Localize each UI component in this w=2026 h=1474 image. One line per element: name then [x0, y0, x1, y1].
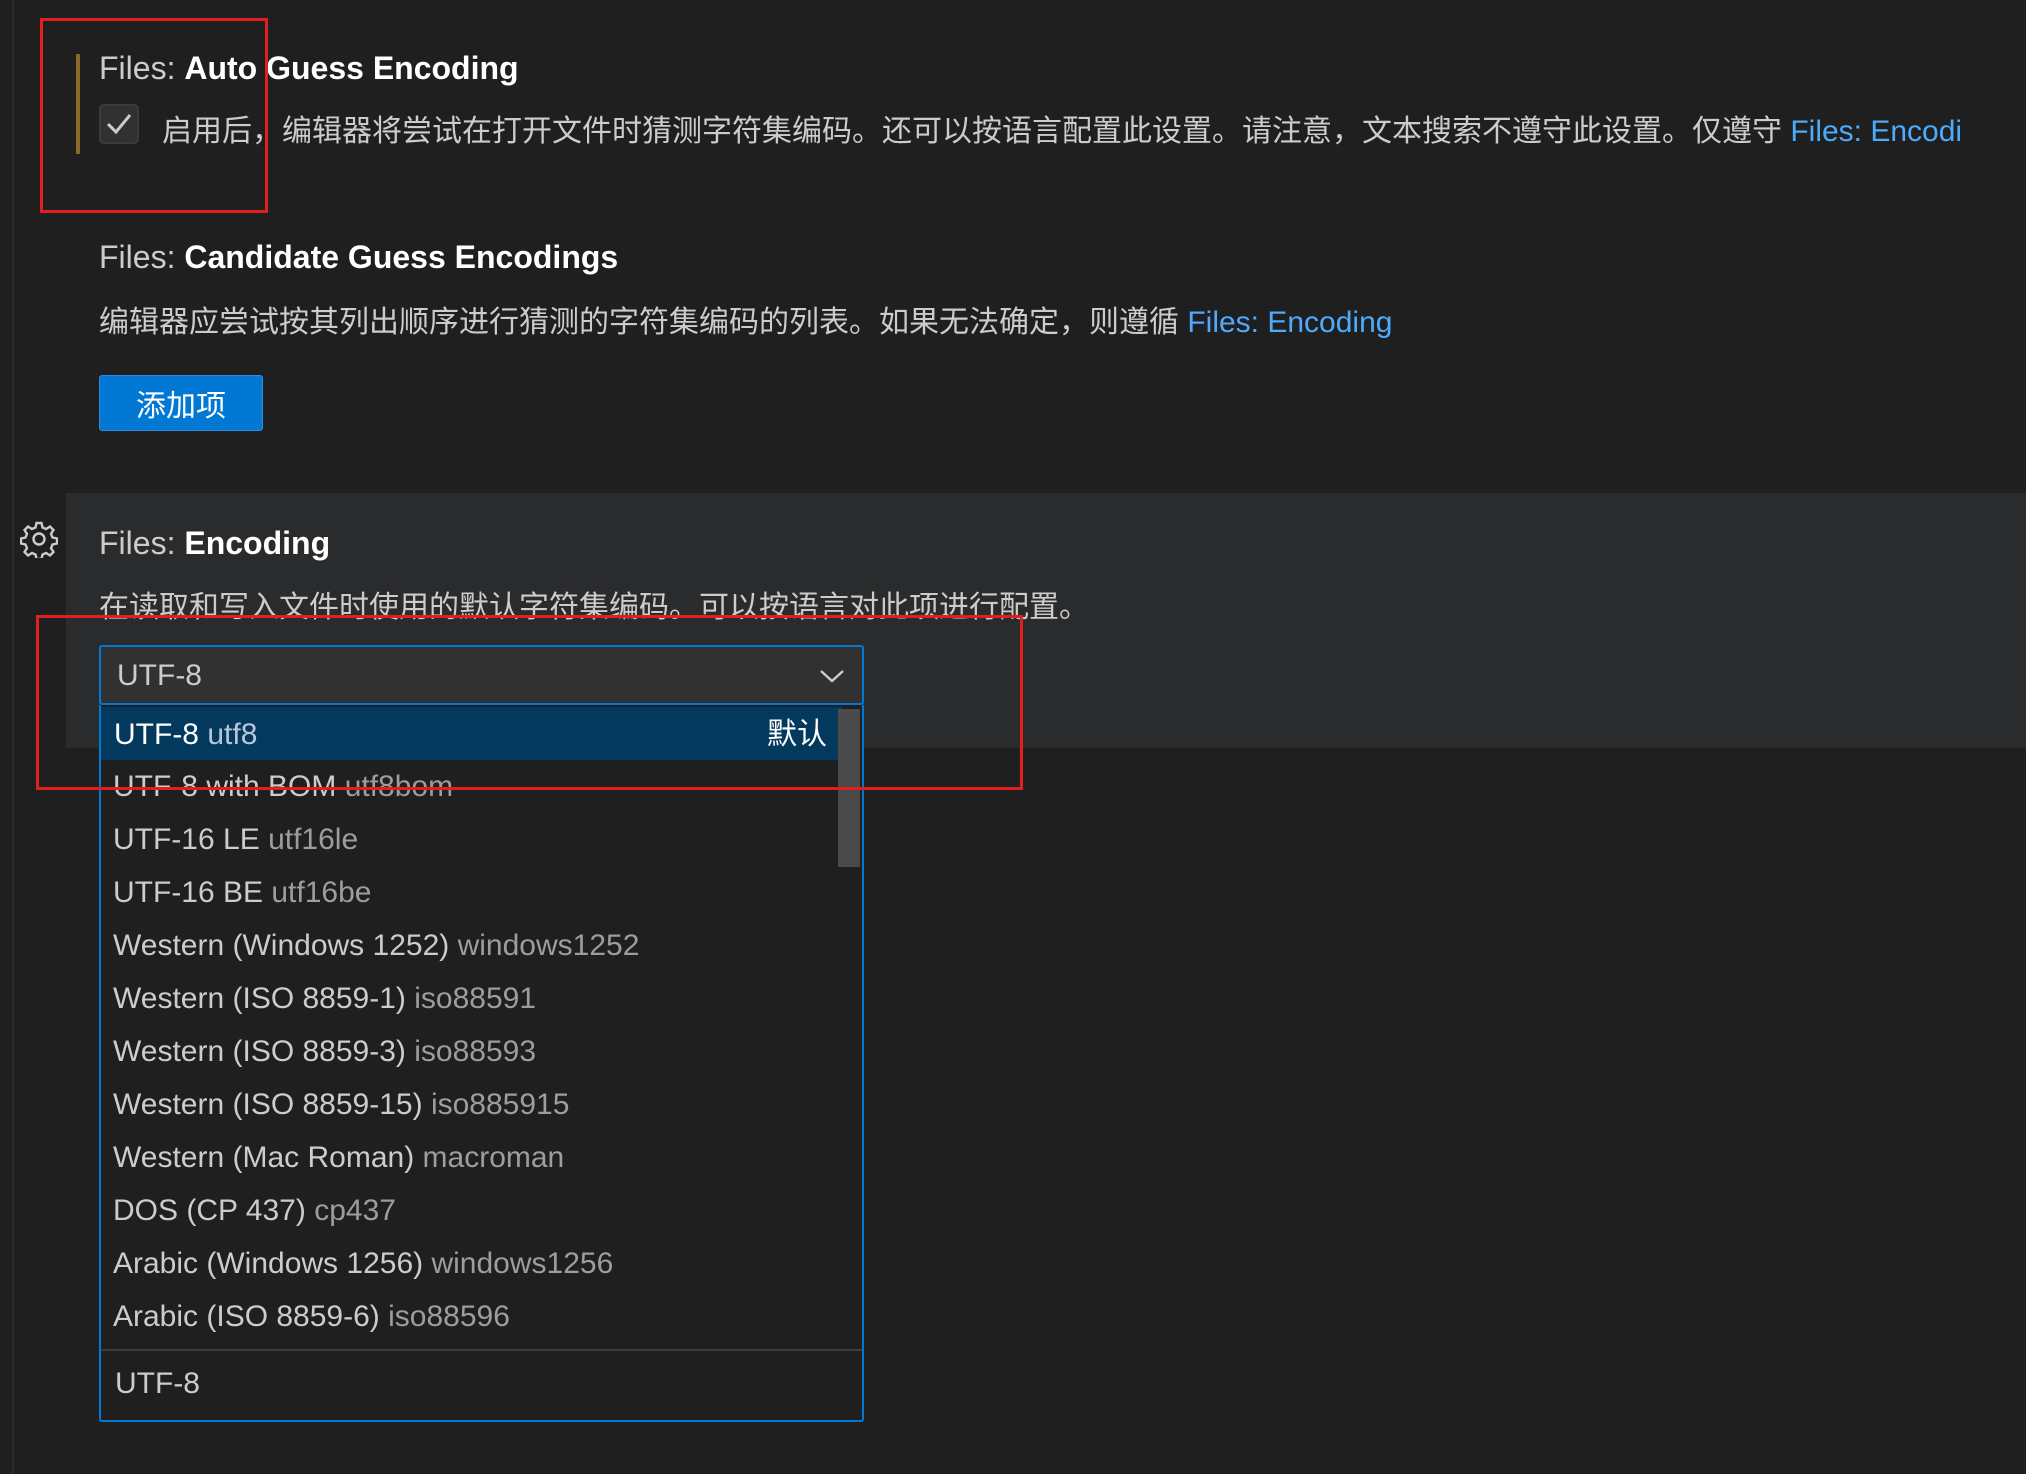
option-id: windows1256 — [431, 1247, 614, 1280]
default-badge: 默认 — [767, 718, 827, 751]
encoding-option-list: UTF-8 utf8 默认 UTF-8 with BOM utf8bom UTF… — [101, 707, 862, 1343]
modified-indicator — [76, 54, 80, 154]
dropdown-divider — [101, 1349, 862, 1351]
auto-guess-description-text: 启用后，编辑器将尝试在打开文件时猜测字符集编码。还可以按语言配置此设置。请注意，… — [162, 115, 1791, 148]
option-id: iso885915 — [430, 1088, 570, 1121]
encoding-description: 在读取和写入文件时使用的默认字符集编码。可以按语言对此项进行配置。 — [99, 591, 1089, 624]
check-icon — [106, 114, 132, 135]
option-label: Western (ISO 8859-3) — [113, 1035, 406, 1068]
option-utf16be[interactable]: UTF-16 BE utf16be — [101, 866, 862, 919]
chevron-down-icon — [820, 670, 844, 683]
option-label: Western (Mac Roman) — [113, 1141, 415, 1174]
option-label: Arabic (Windows 1256) — [113, 1247, 424, 1280]
option-label: UTF-8 with BOM — [113, 770, 337, 803]
option-id: iso88596 — [388, 1300, 510, 1333]
option-utf8[interactable]: UTF-8 utf8 默认 — [101, 707, 842, 760]
encoding-title: Files: Encoding — [99, 525, 330, 562]
option-id: utf8bom — [344, 770, 454, 803]
option-label: UTF-16 BE — [113, 876, 264, 909]
candidate-encoding-link[interactable]: Files: Encoding — [1187, 306, 1392, 339]
option-label: Western (Windows 1252) — [113, 929, 450, 962]
auto-guess-category: Files: — [99, 50, 185, 86]
encoding-select[interactable]: UTF-8 — [99, 645, 864, 705]
encoding-select-value: UTF-8 — [117, 659, 202, 692]
dropdown-footer-description: UTF-8 — [115, 1367, 200, 1400]
option-label: Western (ISO 8859-1) — [113, 982, 406, 1015]
option-id: iso88591 — [414, 982, 537, 1015]
option-id: cp437 — [314, 1194, 396, 1227]
encoding-dropdown: UTF-8 utf8 默认 UTF-8 with BOM utf8bom UTF… — [99, 705, 864, 1422]
option-macroman[interactable]: Western (Mac Roman) macroman — [101, 1131, 862, 1184]
option-id: macroman — [422, 1141, 565, 1174]
option-id: utf16be — [271, 876, 372, 909]
option-windows1256[interactable]: Arabic (Windows 1256) windows1256 — [101, 1237, 862, 1290]
option-utf8bom[interactable]: UTF-8 with BOM utf8bom — [101, 760, 862, 813]
candidate-description-text: 编辑器应尝试按其列出顺序进行猜测的字符集编码的列表。如果无法确定，则遵循 — [99, 306, 1188, 339]
option-id: utf16le — [268, 823, 359, 856]
option-iso885915[interactable]: Western (ISO 8859-15) iso885915 — [101, 1078, 862, 1131]
option-label: DOS (CP 437) — [113, 1194, 306, 1227]
option-windows1252[interactable]: Western (Windows 1252) windows1252 — [101, 919, 862, 972]
candidate-category: Files: — [99, 239, 185, 275]
candidate-description: 编辑器应尝试按其列出顺序进行猜测的字符集编码的列表。如果无法确定，则遵循 Fil… — [99, 297, 1392, 341]
dropdown-scrollbar[interactable] — [838, 709, 860, 867]
option-label: UTF-8 — [114, 718, 199, 751]
gear-icon[interactable] — [20, 520, 58, 558]
option-label: Arabic (ISO 8859-6) — [113, 1300, 380, 1333]
auto-guess-encoding-link[interactable]: Files: Encodi — [1790, 115, 1962, 148]
encoding-name: Encoding — [184, 525, 331, 561]
auto-guess-checkbox[interactable] — [99, 104, 139, 144]
option-id: iso88593 — [414, 1035, 537, 1068]
option-label: Western (ISO 8859-15) — [113, 1088, 423, 1121]
option-label: UTF-16 LE — [113, 823, 260, 856]
option-id: utf8 — [207, 718, 258, 751]
left-rail — [0, 0, 14, 1474]
option-iso88591[interactable]: Western (ISO 8859-1) iso88591 — [101, 972, 862, 1025]
auto-guess-description: 启用后，编辑器将尝试在打开文件时猜测字符集编码。还可以按语言配置此设置。请注意，… — [162, 106, 1962, 150]
option-iso88593[interactable]: Western (ISO 8859-3) iso88593 — [101, 1025, 862, 1078]
candidate-name: Candidate Guess Encodings — [184, 239, 619, 275]
candidate-title: Files: Candidate Guess Encodings — [99, 239, 618, 276]
option-utf16le[interactable]: UTF-16 LE utf16le — [101, 813, 862, 866]
add-item-button[interactable]: 添加项 — [99, 375, 263, 431]
encoding-category: Files: — [99, 525, 185, 561]
auto-guess-name: Auto Guess Encoding — [184, 50, 519, 86]
option-iso88596[interactable]: Arabic (ISO 8859-6) iso88596 — [101, 1290, 862, 1343]
option-id: windows1252 — [457, 929, 640, 962]
option-cp437[interactable]: DOS (CP 437) cp437 — [101, 1184, 862, 1237]
auto-guess-title: Files: Auto Guess Encoding — [99, 50, 519, 87]
